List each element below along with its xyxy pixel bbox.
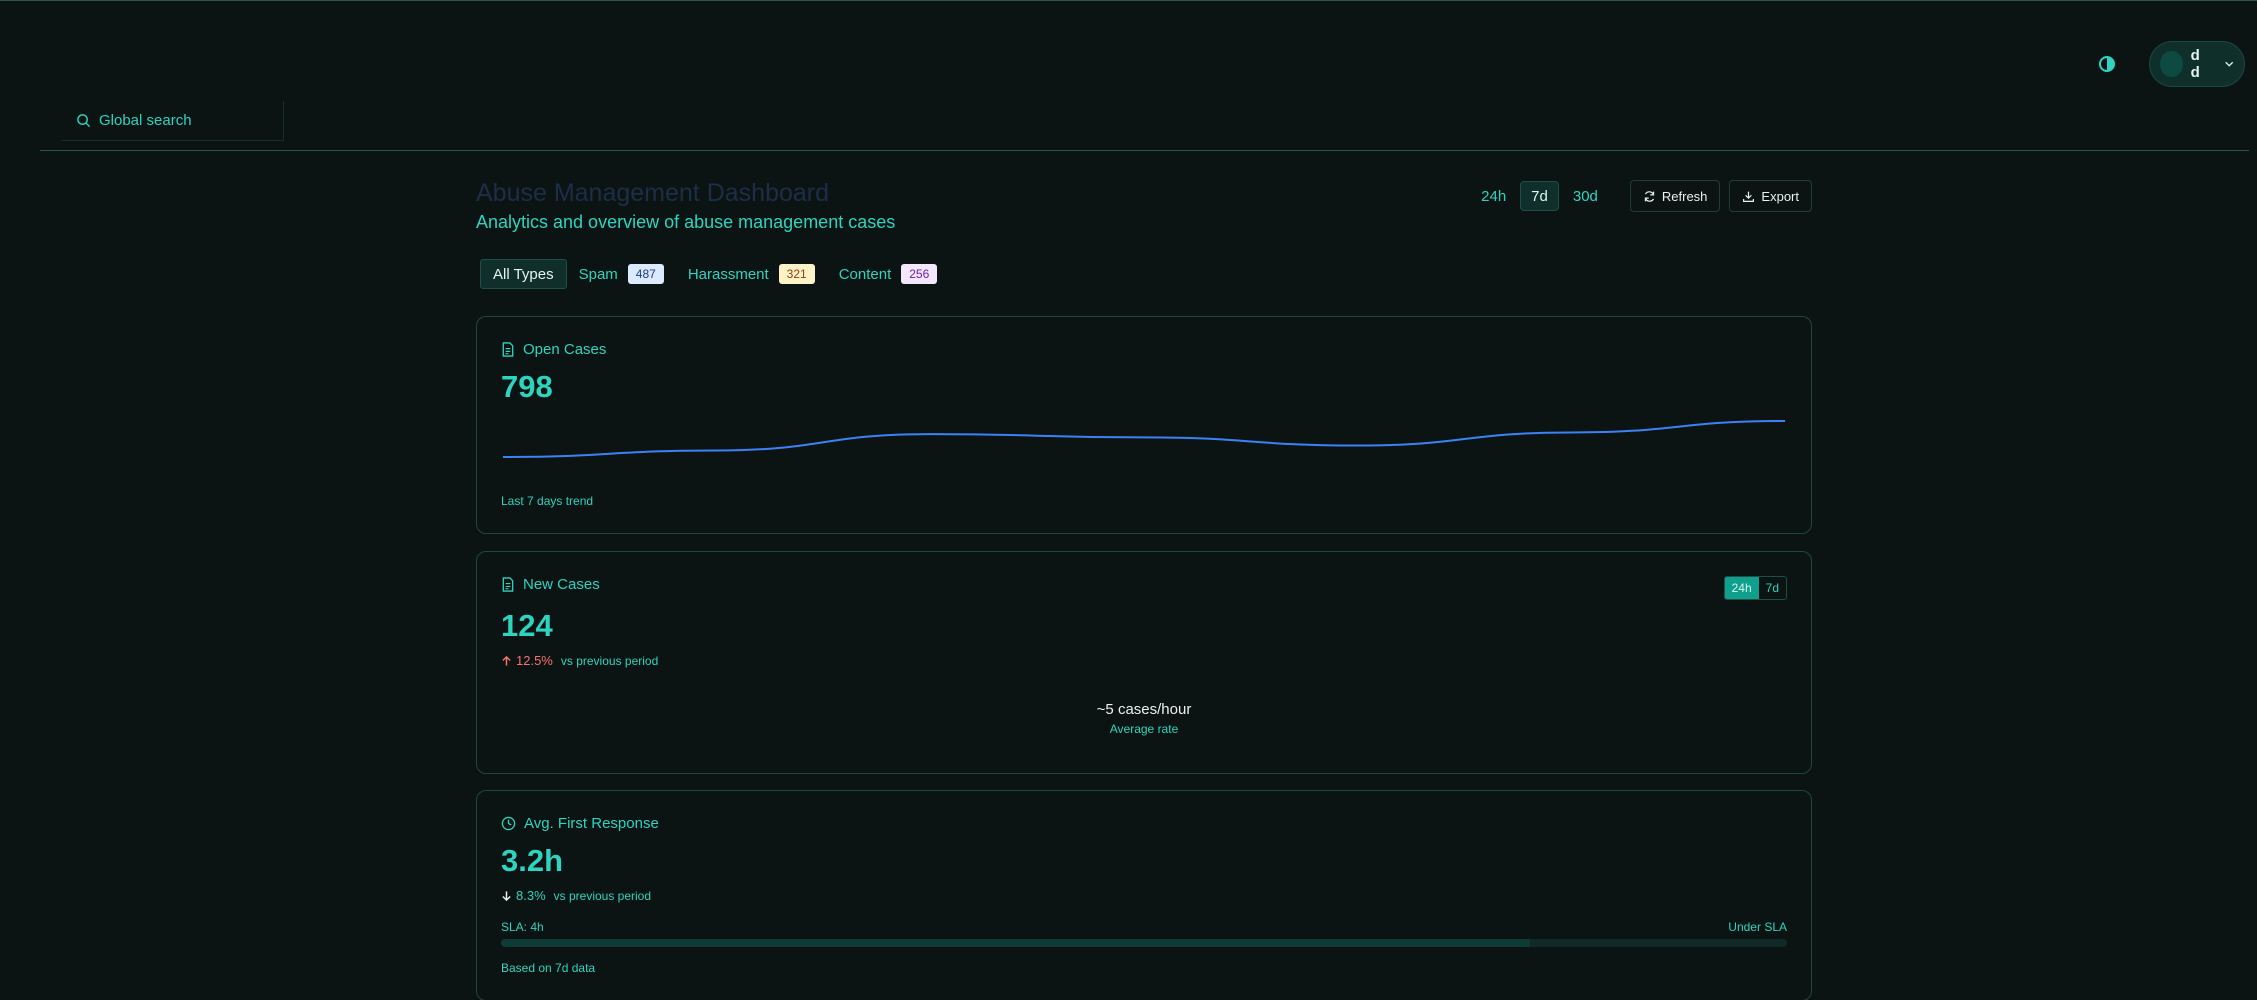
header-divider [40, 150, 2249, 151]
open-cases-trend-chart [502, 420, 1786, 458]
rate-label: Average rate [1109, 722, 1179, 736]
period-30d[interactable]: 30d [1563, 181, 1608, 211]
card-title: New Cases [523, 576, 600, 593]
refresh-button[interactable]: Refresh [1629, 180, 1721, 212]
arrow-up-icon [502, 655, 511, 666]
sla-progress-fill [501, 939, 1530, 947]
global-search[interactable]: Global search [62, 101, 284, 141]
sla-footnote: Based on 7d data [501, 961, 596, 975]
download-icon [1743, 191, 1755, 202]
sla-status: Under SLA [1728, 920, 1787, 934]
change-note: vs previous period [560, 653, 659, 668]
average-rate: ~5 cases/hour Average rate [477, 701, 1811, 736]
card-header: New Cases [501, 576, 600, 593]
count-badge: 487 [627, 264, 664, 284]
search-placeholder: Global search [99, 112, 192, 129]
clock-icon [501, 816, 516, 831]
document-icon [502, 577, 514, 592]
user-name: d d [2190, 47, 2202, 81]
filter-all-types[interactable]: All Types [480, 259, 567, 289]
change-value: 12.5% [516, 653, 553, 668]
sla-row: SLA: 4h Under SLA [501, 920, 1787, 934]
top-bar: d d [2085, 41, 2245, 87]
new-cases-card: New Cases 24h 7d 124 12.5% vs previous p… [476, 551, 1812, 774]
theme-toggle-button[interactable] [2085, 42, 2129, 86]
export-button[interactable]: Export [1729, 180, 1812, 212]
card-header: Open Cases [501, 341, 606, 358]
sla-progress-bar [501, 939, 1787, 947]
toggle-24h[interactable]: 24h [1724, 577, 1759, 599]
card-title: Open Cases [523, 341, 607, 358]
count-badge: 256 [901, 264, 938, 284]
page-title: Abuse Management Dashboard [476, 179, 830, 207]
trend-footnote: Last 7 days trend [501, 494, 594, 508]
card-title: Avg. First Response [524, 815, 659, 832]
chevron-down-icon [2224, 61, 2233, 67]
arrow-down-icon [502, 890, 511, 901]
filter-label: Spam [578, 265, 618, 283]
new-cases-change: 12.5% vs previous period [501, 653, 658, 668]
new-cases-value: 124 [501, 608, 553, 643]
count-badge: 321 [778, 264, 815, 284]
change-note: vs previous period [553, 888, 652, 903]
filter-label: Content [838, 265, 892, 283]
open-cases-value: 798 [501, 369, 553, 404]
toggle-7d[interactable]: 7d [1759, 577, 1786, 599]
change-value: 8.3% [516, 888, 546, 903]
first-response-change: 8.3% vs previous period [501, 888, 651, 903]
page-subtitle: Analytics and overview of abuse manageme… [476, 212, 896, 232]
card-header: Avg. First Response [501, 815, 659, 832]
search-icon [77, 114, 91, 128]
document-icon [502, 342, 514, 357]
trend-line [502, 420, 1786, 458]
new-cases-range-toggle: 24h 7d [1723, 576, 1787, 600]
rate-value: ~5 cases/hour [1096, 701, 1192, 718]
first-response-value: 3.2h [501, 843, 564, 878]
header-controls: 24h 7d 30d Refresh Export [1467, 180, 1812, 212]
period-24h[interactable]: 24h [1471, 181, 1516, 211]
export-label: Export [1761, 188, 1799, 204]
period-7d[interactable]: 7d [1520, 181, 1559, 211]
refresh-label: Refresh [1661, 188, 1708, 204]
filter-label: Harassment [687, 265, 769, 283]
first-response-card: Avg. First Response 3.2h 8.3% vs previou… [476, 790, 1812, 1000]
filter-content[interactable]: Content 256 [839, 264, 938, 284]
type-filters: All Types Spam 487 Harassment 321 Conten… [480, 259, 938, 289]
filter-harassment[interactable]: Harassment 321 [688, 264, 815, 284]
sla-label: SLA: 4h [501, 920, 544, 934]
contrast-icon [2099, 56, 2115, 72]
filter-spam[interactable]: Spam 487 [579, 264, 664, 284]
user-menu-button[interactable]: d d [2149, 41, 2245, 87]
refresh-icon [1644, 190, 1655, 202]
open-cases-card: Open Cases 798 Last 7 days trend [476, 316, 1812, 534]
avatar [2160, 51, 2183, 77]
